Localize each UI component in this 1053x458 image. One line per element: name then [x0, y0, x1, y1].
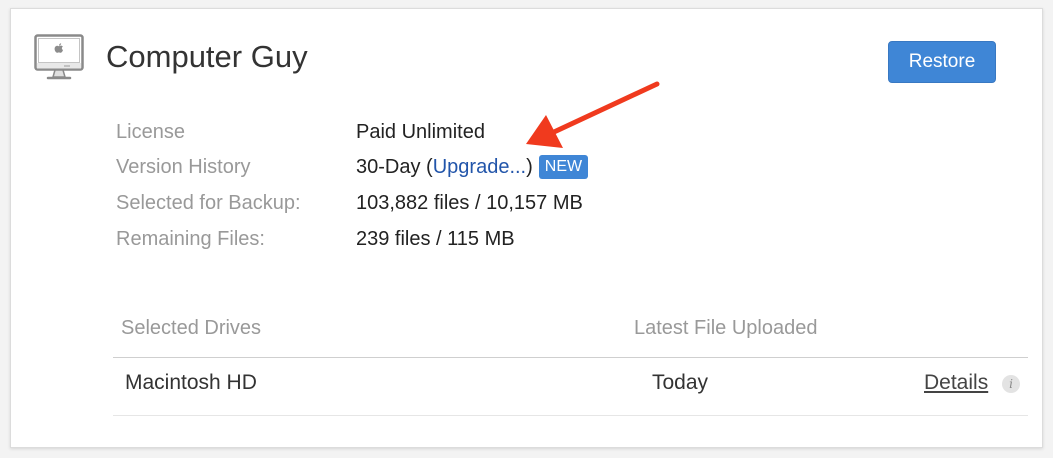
new-badge: NEW — [538, 155, 589, 179]
selected-for-backup-value: 103,882 files / 10,157 MB — [356, 192, 583, 214]
close-paren: ) — [526, 156, 533, 178]
version-history-value: 30-Day — [356, 156, 421, 178]
table-row: Macintosh HD Today Details i — [113, 358, 1028, 416]
remaining-files-label: Remaining Files: — [116, 228, 265, 250]
license-label: License — [116, 121, 185, 143]
version-history-value-group: 30-Day (Upgrade...) NEW — [356, 152, 589, 182]
computer-name: Computer Guy — [106, 39, 308, 74]
selected-for-backup-label: Selected for Backup: — [116, 192, 301, 214]
latest-upload-value: Today — [652, 371, 709, 394]
remaining-files-value: 239 files / 115 MB — [356, 228, 515, 250]
annotation-arrow — [526, 81, 660, 148]
version-history-label: Version History — [116, 156, 251, 178]
selected-drives-header: Selected Drives — [121, 317, 262, 339]
drive-name: Macintosh HD — [125, 371, 257, 394]
upgrade-link[interactable]: Upgrade... — [433, 156, 526, 178]
restore-button[interactable]: Restore — [888, 41, 996, 83]
open-paren: ( — [426, 156, 433, 178]
drives-table-header: Selected Drives Latest File Uploaded — [113, 309, 1028, 358]
details-link[interactable]: Details — [924, 358, 988, 408]
computer-card: Computer Guy Restore License Paid Unlimi… — [10, 8, 1043, 448]
imac-computer-icon — [34, 34, 84, 80]
license-value: Paid Unlimited — [356, 121, 485, 143]
latest-file-uploaded-header: Latest File Uploaded — [634, 317, 818, 339]
info-icon[interactable]: i — [1002, 375, 1020, 393]
